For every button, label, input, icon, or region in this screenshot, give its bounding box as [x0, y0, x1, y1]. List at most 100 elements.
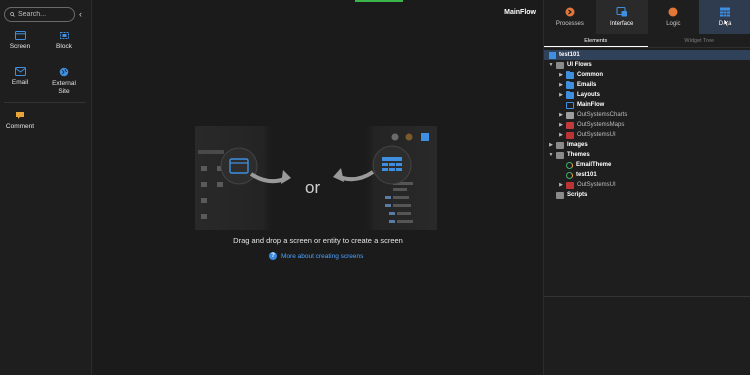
tree-item-label: MainFlow [577, 102, 605, 108]
empty-flow-illustration [195, 126, 437, 230]
tab-processes[interactable]: Processes [544, 0, 596, 34]
tree-item-layouts[interactable]: ▶ Layouts [544, 90, 750, 100]
tree-item-app[interactable]: test101 [544, 50, 750, 60]
ui-module-icon [566, 131, 574, 139]
more-about-screens-link[interactable]: ? More about creating screens [269, 252, 363, 260]
tree-item-label: OutSystemsUI [577, 182, 616, 188]
properties-divider[interactable] [544, 296, 750, 297]
theme-icon [566, 171, 573, 179]
expand-icon[interactable]: ▶ [548, 142, 554, 148]
tab-label: Logic [666, 21, 681, 27]
tab-interface[interactable]: Interface [595, 0, 648, 34]
screen-icon [14, 31, 26, 40]
tab-widget-tree[interactable]: Widget Tree [648, 34, 750, 47]
comment-icon [16, 112, 24, 119]
expand-icon[interactable]: ▶ [558, 112, 564, 118]
flow-folder-icon [566, 101, 574, 109]
tree-item-outsystemsui[interactable]: ▶ OutSystemsUI [544, 130, 750, 140]
data-icon [720, 7, 731, 17]
app-icon [549, 51, 556, 59]
tree-item-label: Images [567, 142, 588, 148]
tree-item-test101-theme[interactable]: test101 [544, 170, 750, 180]
or-label: or [305, 178, 321, 197]
toolbox-panel: ‹ Screen Block Email External Site Comme… [0, 0, 92, 375]
theme-icon [566, 161, 573, 169]
toolbox-item-comment[interactable]: Comment [2, 111, 38, 131]
email-icon [14, 67, 26, 76]
toolbox-search[interactable] [4, 7, 75, 22]
toolbox-item-external-site[interactable]: External Site [46, 67, 82, 96]
toolbox-item-block[interactable]: Block [46, 31, 82, 51]
logic-icon [668, 7, 678, 17]
external-site-icon [59, 67, 69, 77]
elements-panel: Processes Interface Logic Data Elements … [543, 0, 750, 375]
tree-item-label: OutSystemsMaps [577, 122, 625, 128]
expand-icon[interactable]: ▶ [558, 182, 564, 188]
tree-item-label: Common [577, 72, 603, 78]
flow-canvas[interactable]: MainFlow or Drag and drop a screen or en… [93, 0, 543, 375]
maps-module-icon [566, 121, 574, 129]
expand-icon[interactable]: ▶ [558, 82, 564, 88]
tree-item-mainflow[interactable]: MainFlow [544, 100, 750, 110]
folder-icon [566, 80, 574, 89]
more-about-screens-label: More about creating screens [281, 252, 364, 260]
themes-folder-icon [556, 151, 564, 159]
block-icon [59, 32, 69, 39]
tab-data[interactable]: Data [699, 0, 750, 34]
toolbox-item-screen[interactable]: Screen [2, 31, 38, 51]
tree-item-label: Scripts [567, 192, 588, 198]
tab-label: Processes [555, 21, 584, 27]
expand-icon[interactable]: ▶ [558, 72, 564, 78]
elements-tree: test101 ▼ UI Flows ▶ Common ▶ Emails ▶ L… [544, 50, 750, 295]
toolbox-item-email[interactable]: Email [2, 67, 38, 87]
empty-canvas-hint: Drag and drop a screen or entity to crea… [233, 236, 403, 245]
collapse-icon[interactable]: ▼ [548, 62, 554, 68]
toolbox-item-label: Comment [5, 123, 35, 130]
tree-item-outsystemsmaps[interactable]: ▶ OutSystemsMaps [544, 120, 750, 130]
expand-icon[interactable]: ▶ [558, 122, 564, 128]
module-icon [566, 111, 574, 119]
tree-item-ui-flows[interactable]: ▼ UI Flows [544, 60, 750, 70]
help-icon: ? [269, 252, 277, 260]
tree-item-outsystemsui-theme[interactable]: ▶ OutSystemsUI [544, 180, 750, 190]
tree-item-themes[interactable]: ▼ Themes [544, 150, 750, 160]
tree-item-common[interactable]: ▶ Common [544, 70, 750, 80]
sub-tabs: Elements Widget Tree [544, 34, 750, 48]
images-folder-icon [556, 141, 564, 149]
folder-icon [566, 70, 574, 79]
toolbox-item-label: External Site [52, 80, 76, 95]
main-tabs: Processes Interface Logic Data [544, 0, 750, 34]
search-input[interactable] [18, 11, 74, 18]
tree-item-outsystemscharts[interactable]: ▶ OutSystemsCharts [544, 110, 750, 120]
tab-logic[interactable]: Logic [648, 0, 700, 34]
toolbox-item-label: Block [56, 43, 72, 50]
collapse-panel-icon[interactable]: ‹ [79, 9, 82, 19]
ui-module-icon [566, 181, 574, 189]
collapse-icon[interactable]: ▼ [548, 152, 554, 158]
tree-item-label: Layouts [577, 92, 601, 98]
app-window: ‹ Screen Block Email External Site Comme… [0, 0, 750, 375]
tab-label: Interface [609, 21, 634, 27]
tree-item-label: test101 [576, 172, 597, 178]
tree-item-emails[interactable]: ▶ Emails [544, 80, 750, 90]
mouse-cursor-icon [724, 18, 730, 28]
toolbox-divider [4, 102, 86, 103]
tree-item-label: test101 [559, 52, 580, 58]
tree-item-scripts[interactable]: Scripts [544, 190, 750, 200]
ui-flows-icon [556, 61, 564, 69]
tree-item-label: OutSystemsCharts [577, 112, 628, 118]
tab-elements[interactable]: Elements [544, 34, 648, 47]
folder-icon [566, 90, 574, 99]
search-icon [10, 12, 15, 17]
tree-item-label: UI Flows [567, 62, 592, 68]
tree-item-label: Emails [577, 82, 597, 88]
tree-item-images[interactable]: ▶ Images [544, 140, 750, 150]
processes-icon [565, 7, 575, 17]
scripts-folder-icon [556, 191, 564, 199]
expand-icon[interactable]: ▶ [558, 92, 564, 98]
toolbox-item-label: Email [11, 79, 29, 86]
tree-item-emailtheme[interactable]: EmailTheme [544, 160, 750, 170]
toolbox-item-label: Screen [9, 43, 31, 50]
interface-icon [616, 7, 627, 17]
expand-icon[interactable]: ▶ [558, 132, 564, 138]
